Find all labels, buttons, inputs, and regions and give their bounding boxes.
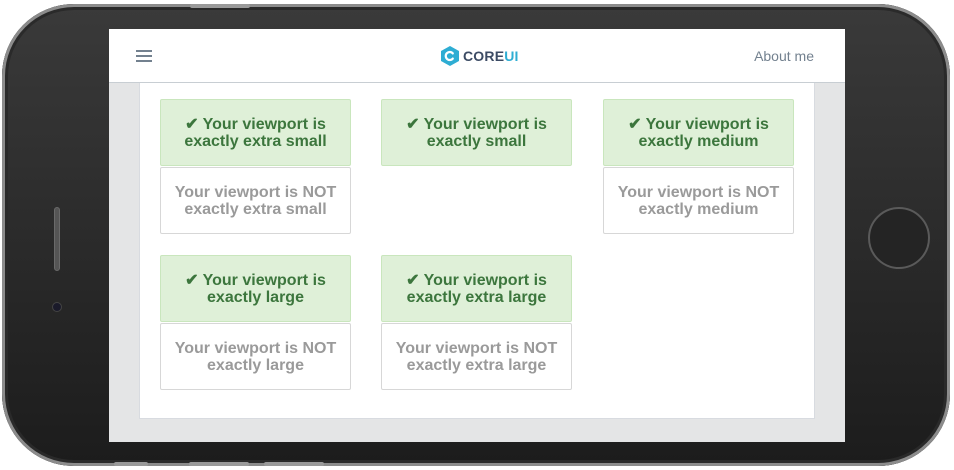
viewport-md-negative: Your viewport is NOT exactly medium bbox=[603, 167, 794, 234]
mute-switch bbox=[114, 462, 148, 466]
volume-down-button bbox=[264, 462, 324, 466]
app-header: COREUI About me bbox=[109, 29, 845, 83]
viewport-lg-negative: Your viewport is NOT exactly large bbox=[160, 323, 351, 390]
coreui-logo-icon bbox=[441, 46, 459, 66]
speaker-grille bbox=[54, 207, 60, 271]
brand-logo[interactable]: COREUI bbox=[441, 46, 519, 66]
viewport-lg-positive: ✔ Your viewport is exactly large bbox=[160, 255, 351, 322]
viewport-xs-positive: ✔ Your viewport is exactly extra small bbox=[160, 99, 351, 166]
front-camera bbox=[52, 302, 62, 312]
viewport-md-positive: ✔ Your viewport is exactly medium bbox=[603, 99, 794, 166]
viewport-xl-positive: ✔ Your viewport is exactly extra large bbox=[381, 255, 572, 322]
phone-screen: COREUI About me ✔ Your viewport is exact… bbox=[109, 29, 845, 442]
hamburger-icon[interactable] bbox=[136, 49, 152, 63]
viewport-xs-negative: Your viewport is NOT exactly extra small bbox=[160, 167, 351, 234]
brand-name: COREUI bbox=[463, 48, 519, 64]
power-button bbox=[190, 4, 250, 8]
volume-up-button bbox=[189, 462, 249, 466]
about-me-link[interactable]: About me bbox=[754, 48, 814, 64]
viewport-xl-negative: Your viewport is NOT exactly extra large bbox=[381, 323, 572, 390]
viewport-sm-positive: ✔ Your viewport is exactly small bbox=[381, 99, 572, 166]
home-button[interactable] bbox=[868, 207, 930, 269]
